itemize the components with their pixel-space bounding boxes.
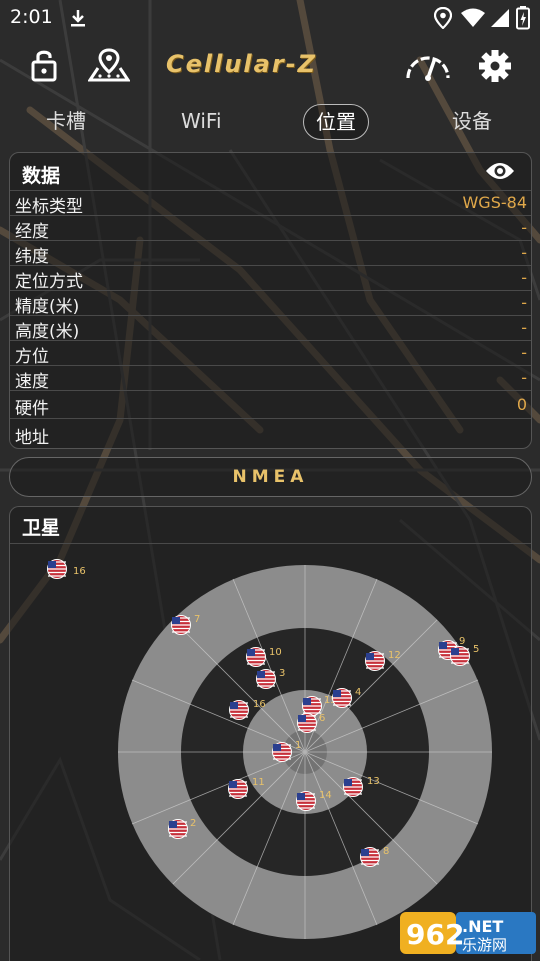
flag-canton [247,649,255,656]
satellite-id-label: 6 [319,713,325,724]
flag-canton [169,821,177,828]
satellite-id-label: 10 [269,647,282,658]
satellite-id-label: 9 [459,636,465,647]
satellite-id-label: 16 [253,699,266,710]
flag-canton [229,781,237,788]
flag-canton [273,744,281,751]
flag-canton [344,779,352,786]
flag-canton [333,690,341,697]
satellite-id-label: 8 [383,846,389,857]
satellite-id-label: 13 [367,776,380,787]
flag-canton [366,653,374,660]
satellite-id-label: 3 [279,668,285,679]
flag-canton [298,715,306,722]
flag-canton [172,617,180,624]
flag-canton [303,698,311,705]
watermark-logo: 962 .NET 乐游网 [400,912,536,954]
watermark-number: 962 [406,918,464,951]
flag-canton [297,793,305,800]
flag-canton [230,702,238,709]
satellite-id-label: 12 [388,650,401,661]
satellite-id-label: 14 [319,790,332,801]
watermark-cn: 乐游网 [462,936,507,954]
satellite-marker: 16 [47,559,86,579]
flag-canton [361,849,369,856]
satellite-id-label: 5 [473,644,479,655]
flag-canton [48,561,56,568]
satellite-id-label: 11 [252,777,265,788]
flag-canton [451,648,459,655]
satellite-id-label: 4 [355,687,361,698]
satellite-id-label: 7 [194,614,200,625]
satellite-id-label: 16 [73,566,86,577]
flag-canton [257,671,265,678]
flag-canton [439,642,447,649]
watermark-net: .NET [462,917,503,936]
satellite-id-label: 1 [295,740,301,751]
sky-plot: 167103129516 1546111 131428 [47,559,492,939]
satellite-id-label: 2 [190,818,196,829]
